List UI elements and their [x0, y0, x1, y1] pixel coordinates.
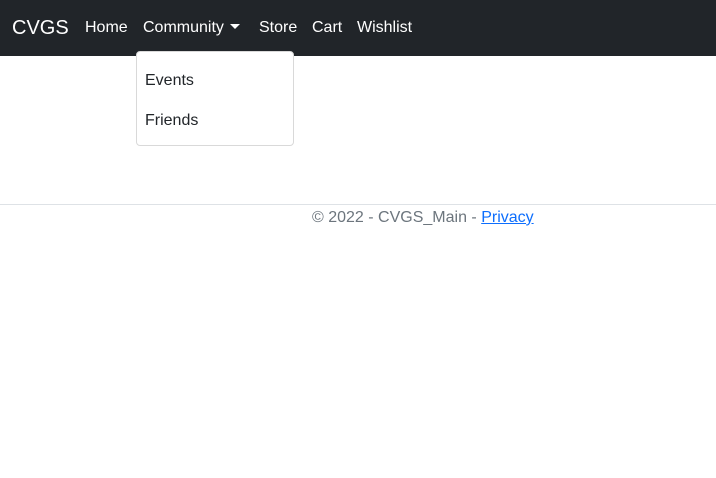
- nav-wishlist[interactable]: Wishlist: [357, 18, 412, 38]
- dropdown-item-events[interactable]: Events: [145, 71, 194, 91]
- dropdown-item-friends[interactable]: Friends: [145, 111, 198, 131]
- nav-community-label: Community: [143, 19, 224, 36]
- nav-home[interactable]: Home: [85, 18, 128, 38]
- nav-cart[interactable]: Cart: [312, 18, 342, 38]
- footer-divider: [0, 204, 716, 205]
- community-dropdown-menu: Events Friends: [136, 51, 294, 146]
- privacy-link[interactable]: Privacy: [481, 209, 533, 226]
- footer: © 2022 - CVGS_Main - Privacy: [312, 208, 534, 228]
- nav-community-dropdown-toggle[interactable]: Community: [143, 18, 240, 38]
- caret-down-icon: [229, 24, 240, 29]
- brand-logo-link[interactable]: CVGS: [12, 15, 69, 41]
- nav-store[interactable]: Store: [259, 18, 297, 38]
- top-navbar: CVGS Home Community Store Cart Wishlist: [0, 0, 716, 56]
- footer-copyright: © 2022 - CVGS_Main -: [312, 209, 482, 226]
